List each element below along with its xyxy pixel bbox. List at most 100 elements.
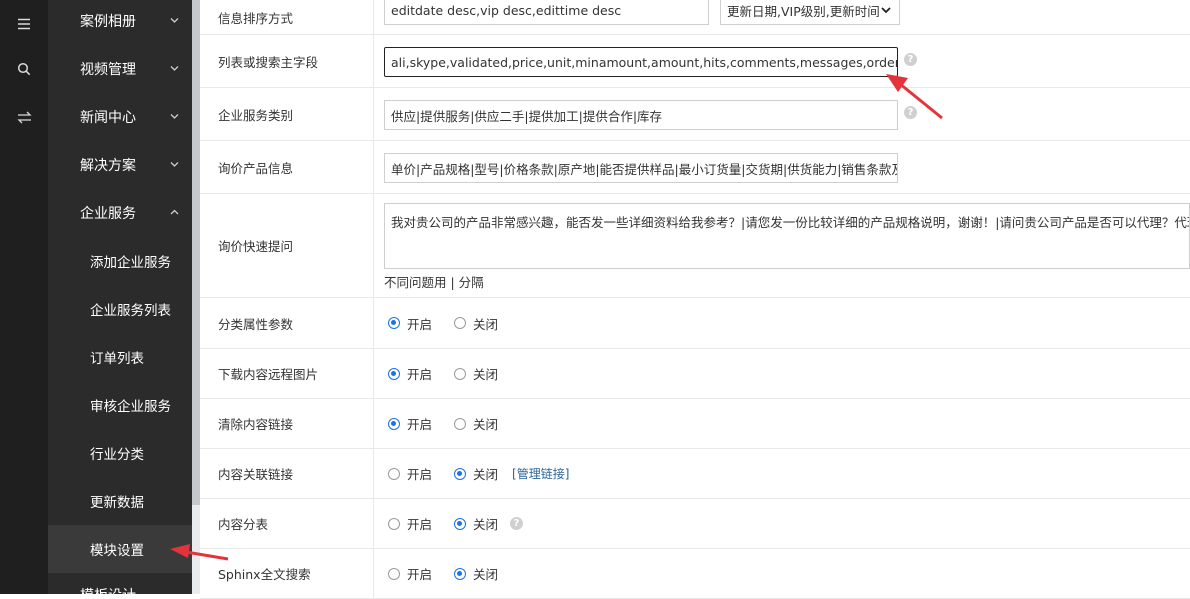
radio-button[interactable] [454,417,467,430]
radio-button[interactable] [388,317,400,329]
sidebar-subitem-3[interactable]: 审核企业服务 [48,381,192,429]
radio-off[interactable]: 关闭 [454,364,498,383]
chevron-down-icon [170,162,179,167]
sort-order-select[interactable]: 更新日期,VIP级别,更新时间 [720,0,900,25]
chevron-up-icon [170,209,179,215]
sidebar-group-cutoff[interactable]: 模板设计 [48,571,192,594]
field-label: 分类属性参数 [200,298,374,348]
toggle-radio-group: 开启 关闭 [388,349,520,398]
radio-label: 开启 [407,567,433,582]
quick-questions-textarea[interactable]: 我对贵公司的产品非常感兴趣，能否发一些详细资料给我参考？|请您发一份比较详细的产… [384,203,1190,269]
radio-button[interactable] [454,317,467,329]
radio-button[interactable] [454,367,467,380]
sidebar-subitem-1[interactable]: 企业服务列表 [48,285,192,333]
toggle-radio-group: 开启 关闭 [388,549,520,598]
sidebar-group-3[interactable]: 解决方案 [48,141,192,189]
sidebar-group-label: 视频管理 [80,62,136,78]
sidebar-scrollbar[interactable] [192,0,200,505]
sidebar-subitem-label: 企业服务列表 [90,303,171,319]
form-row-quick-questions: 询价快速提问 我对贵公司的产品非常感兴趣，能否发一些详细资料给我参考？|请您发一… [200,194,1190,298]
annotation-arrow-icon [170,544,229,561]
sidebar-subitem-label: 更新数据 [90,495,144,511]
form-row-toggle: 下载内容远程图片 开启 关闭 [200,349,1190,399]
radio-on[interactable]: 开启 [388,514,432,533]
radio-button[interactable] [454,567,467,580]
form-row-toggle: Sphinx全文搜索 开启 关闭 [200,549,1190,599]
radio-label: 关闭 [473,417,499,432]
sidebar-group-label: 企业服务 [80,206,136,222]
annotation-arrow-icon [886,74,943,120]
sidebar-group-2[interactable]: 新闻中心 [48,93,192,141]
field-label: 列表或搜索主字段 [200,35,374,87]
form-row-inquiry-info: 询价产品信息 单价|产品规格|型号|价格条款|原产地|能否提供样品|最小订货量|… [200,141,1190,194]
radio-button[interactable] [388,517,400,530]
chevron-down-icon [170,18,179,23]
sidebar-group-label: 解决方案 [80,158,136,174]
toggle-radio-group: 开启 关闭 [388,298,520,348]
search-icon[interactable] [0,45,48,93]
radio-off[interactable]: 关闭 [454,414,498,433]
help-icon[interactable]: ? [904,53,917,66]
sidebar-subitem-label: 订单列表 [90,351,144,367]
radio-label: 开启 [407,316,433,332]
radio-label: 开启 [407,367,433,382]
radio-on[interactable]: 开启 [388,564,432,583]
manage-links-link[interactable]: [管理链接] [512,465,569,482]
radio-off[interactable]: 关闭 [454,514,498,533]
menu-icon[interactable] [0,0,48,48]
radio-button[interactable] [454,467,467,480]
sidebar-subitem-4[interactable]: 行业分类 [48,429,192,477]
radio-off[interactable]: 关闭 [454,564,498,583]
select-value: 更新日期,VIP级别,更新时间 [727,3,880,19]
chevron-down-icon [170,66,179,71]
radio-label: 关闭 [473,367,499,382]
icon-rail [0,0,48,594]
radio-button[interactable] [454,517,467,530]
sidebar-group-1[interactable]: 视频管理 [48,45,192,93]
chevron-down-icon [170,114,179,119]
help-icon[interactable]: ? [510,517,524,530]
field-label: 询价快速提问 [200,194,374,297]
field-label: 清除内容链接 [200,399,374,448]
radio-button[interactable] [388,367,400,380]
radio-label: 关闭 [473,467,499,482]
toggle-radio-group: 开启 关闭? [388,499,524,548]
form-row-toggle: 清除内容链接 开启 关闭 [200,399,1190,449]
sort-order-input[interactable]: editdate desc,vip desc,edittime desc [384,0,709,25]
sidebar-group-0[interactable]: 案例相册 [48,0,192,45]
form-row-toggle: 内容关联链接 开启 关闭 [管理链接] [200,449,1190,499]
toggle-radio-group: 开启 关闭 [388,399,520,448]
sidebar-subitem-label: 添加企业服务 [90,255,171,271]
chevron-down-icon [881,7,891,14]
radio-label: 关闭 [473,316,499,332]
separator-hint: 不同问题用 | 分隔 [384,275,484,290]
service-types-input[interactable]: 供应|提供服务|供应二手|提供加工|提供合作|库存 [384,100,898,130]
inquiry-info-input[interactable]: 单价|产品规格|型号|价格条款|原产地|能否提供样品|最小订货量|交货期|供货能… [384,153,898,183]
sidebar-subitem-2[interactable]: 订单列表 [48,333,192,381]
radio-on[interactable]: 开启 [388,364,432,383]
radio-on[interactable]: 开启 [388,464,432,483]
sidebar-subitem-label: 审核企业服务 [90,399,171,415]
sidebar-group-4[interactable]: 企业服务 [48,189,192,237]
sidebar: 案例相册视频管理新闻中心解决方案企业服务添加企业服务 企业服务列表 订单列表审核企业… [48,0,192,594]
form-row-list-fields: 列表或搜索主字段 ali,skype,validated,price,unit,… [200,35,1190,88]
list-fields-input[interactable]: ali,skype,validated,price,unit,minamount… [384,47,898,77]
toggle-radio-group: 开启 关闭 [管理链接] [388,449,569,498]
sidebar-subitem-label: 模块设置 [90,543,144,559]
field-label: 内容关联链接 [200,449,374,498]
sidebar-group-label: 案例相册 [80,14,136,30]
radio-label: 关闭 [473,517,499,532]
field-label: 询价产品信息 [200,141,374,193]
radio-on[interactable]: 开启 [388,314,432,333]
form-row-sort: 信息排序方式 editdate desc,vip desc,edittime d… [200,0,1190,35]
radio-on[interactable]: 开启 [388,414,432,433]
radio-button[interactable] [388,417,400,430]
sidebar-subitem-5[interactable]: 更新数据 [48,477,192,525]
radio-button[interactable] [388,567,400,580]
radio-off[interactable]: 关闭 [454,464,498,483]
radio-off[interactable]: 关闭 [454,314,498,333]
sidebar-subitem-0[interactable]: 添加企业服务 [48,237,192,285]
switch-arrows-icon[interactable] [0,93,48,141]
field-label: 内容分表 [200,499,374,548]
radio-button[interactable] [388,467,400,480]
